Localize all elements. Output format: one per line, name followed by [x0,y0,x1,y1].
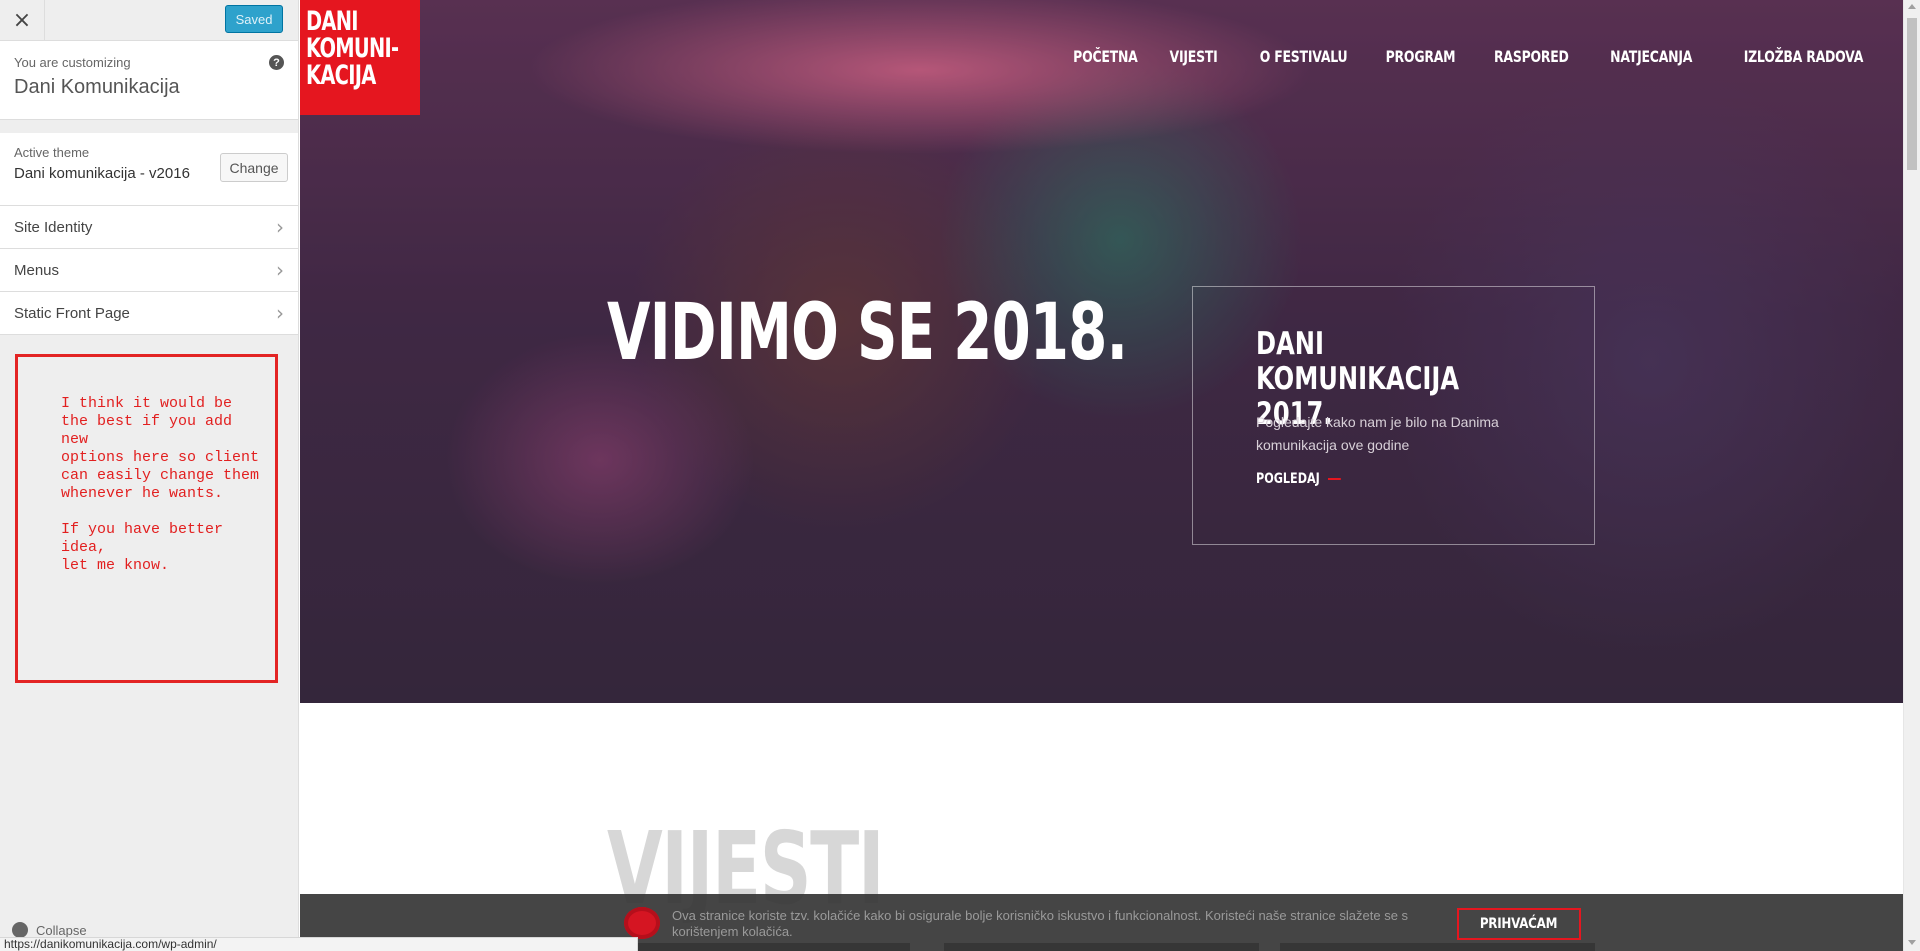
cookie-text: Ova stranice koriste tzv. kolačiće kako … [672,908,1409,939]
nav-item-pocetna[interactable]: POČETNA [1073,47,1138,66]
nav-item-vijesti[interactable]: VIJESTI [1169,47,1217,66]
logo-line: DANI [306,6,359,37]
customizing-label: You are customizing [14,55,131,70]
hero-section: DANI KOMUNI- KACIJA POČETNA VIJESTI O FE… [300,0,1903,703]
cookie-icon [624,907,660,939]
status-bar-url: https://danikomunikacija.com/wp-admin/ [0,937,638,951]
site-logo[interactable]: DANI KOMUNI- KACIJA [300,0,420,115]
promo-link[interactable]: POGLEDAJ [1256,471,1341,487]
scrollbar[interactable] [1903,0,1920,951]
nav-item-o-festivalu[interactable]: O FESTIVALU [1260,47,1348,66]
nav-item-natjecanja[interactable]: NATJECANJA [1610,47,1692,66]
customizer-header: × Saved [0,0,298,41]
collapse-label: Collapse [36,922,87,938]
customizing-info-panel: You are customizing Dani Komunikacija ? [0,41,298,120]
promo-box: DANI KOMUNIKACIJA 2017. Pogledajte kako … [1192,286,1595,545]
site-preview: DANI KOMUNI- KACIJA POČETNA VIJESTI O FE… [300,0,1903,951]
saved-button[interactable]: Saved [225,5,283,33]
annotation-note: I think it would be the best if you add … [15,354,278,683]
chevron-right-icon: › [276,215,284,239]
accept-label: PRIHVAĆAM [1480,916,1558,932]
section-label: Static Front Page [14,304,130,322]
active-theme-panel: Active theme Dani komunikacija - v2016 C… [0,133,298,206]
section-static-front-page[interactable]: Static Front Page › [0,292,298,335]
chevron-right-icon: › [276,301,284,325]
customizer-sidebar: × Saved You are customizing Dani Komunik… [0,0,299,951]
collapse-button[interactable]: Collapse [12,922,87,938]
promo-link-label: POGLEDAJ [1256,471,1320,487]
logo-line: KACIJA [306,60,376,91]
hero-headline: VIDIMO SE 2018. [607,288,1128,378]
scroll-thumb[interactable] [1907,18,1917,170]
change-theme-button[interactable]: Change [220,153,288,182]
scroll-down-icon[interactable] [1908,940,1916,945]
dash-icon [1327,478,1341,480]
chevron-right-icon: › [276,258,284,282]
accept-cookies-button[interactable]: PRIHVAĆAM [1457,908,1581,940]
section-label: Site Identity [14,218,93,236]
close-icon[interactable]: × [0,0,45,40]
scroll-up-icon[interactable] [1908,4,1916,9]
nav-item-izlozba-radova[interactable]: IZLOŽBA RADOVA [1744,47,1864,66]
section-menus[interactable]: Menus › [0,249,298,292]
main-navigation: POČETNA VIJESTI O FESTIVALU PROGRAM RASP… [1037,47,1863,66]
site-title: Dani Komunikacija [14,76,180,98]
section-label: Menus [14,261,60,279]
help-icon[interactable]: ? [269,55,284,70]
promo-text: Pogledajte kako nam je bilo na Danima ko… [1256,414,1499,453]
logo-line: KOMUNI- [306,33,399,64]
nav-item-raspored[interactable]: RASPORED [1494,47,1569,66]
collapse-icon [12,922,28,938]
nav-item-program[interactable]: PROGRAM [1385,47,1455,66]
section-site-identity[interactable]: Site Identity › [0,206,298,249]
